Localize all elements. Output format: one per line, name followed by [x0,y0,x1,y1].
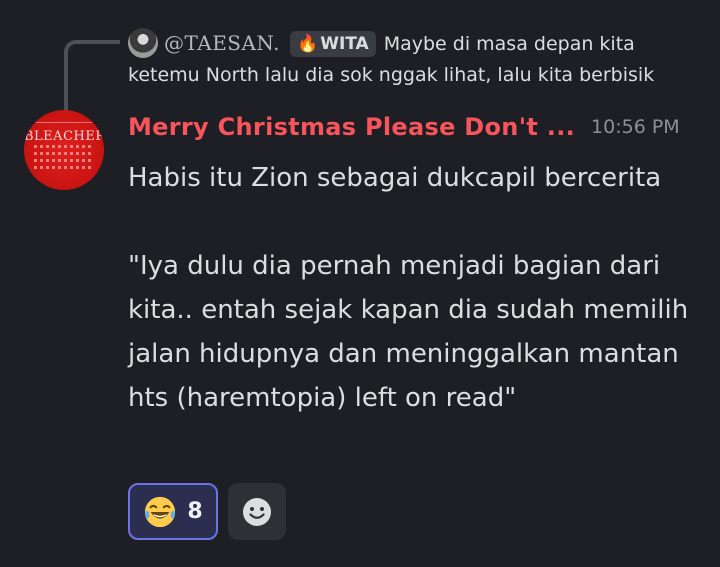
reply-preview[interactable]: @TAESAN. 🔥 WITA Maybe di masa depan kita ke… [128,28,708,91]
reply-author-avatar[interactable] [128,28,158,58]
smiley-add-reaction-icon [243,497,271,526]
add-reaction-button[interactable] [228,483,286,540]
avatar-art-dots [34,159,94,162]
laughing-tears-icon [145,496,176,527]
fire-icon: 🔥 [297,34,319,54]
reply-connector-line [64,40,120,120]
reactions-bar: 8 [128,483,286,540]
avatar-art-dots [34,145,94,148]
avatar-art-dots [34,166,94,169]
message-content: Habis itu Zion sebagai dukcapil bercerit… [128,163,689,413]
server-tag-label: WITA [320,34,369,54]
reaction-laughing-button[interactable]: 8 [128,483,218,540]
message-header: Merry Christmas Please Don't ... 10:56 PM [128,113,708,153]
avatar-art-line [36,122,92,123]
avatar-album-title: BLEACHERS [24,129,104,144]
reply-author-name[interactable]: @TAESAN. [164,31,280,55]
timestamp[interactable]: 10:56 PM [591,116,680,138]
avatar-art-dots [34,152,94,155]
reaction-count: 8 [187,499,203,524]
avatar[interactable]: BLEACHERS [24,110,104,190]
username[interactable]: Merry Christmas Please Don't ... [128,113,575,141]
server-tag-badge[interactable]: 🔥 WITA [290,31,376,57]
